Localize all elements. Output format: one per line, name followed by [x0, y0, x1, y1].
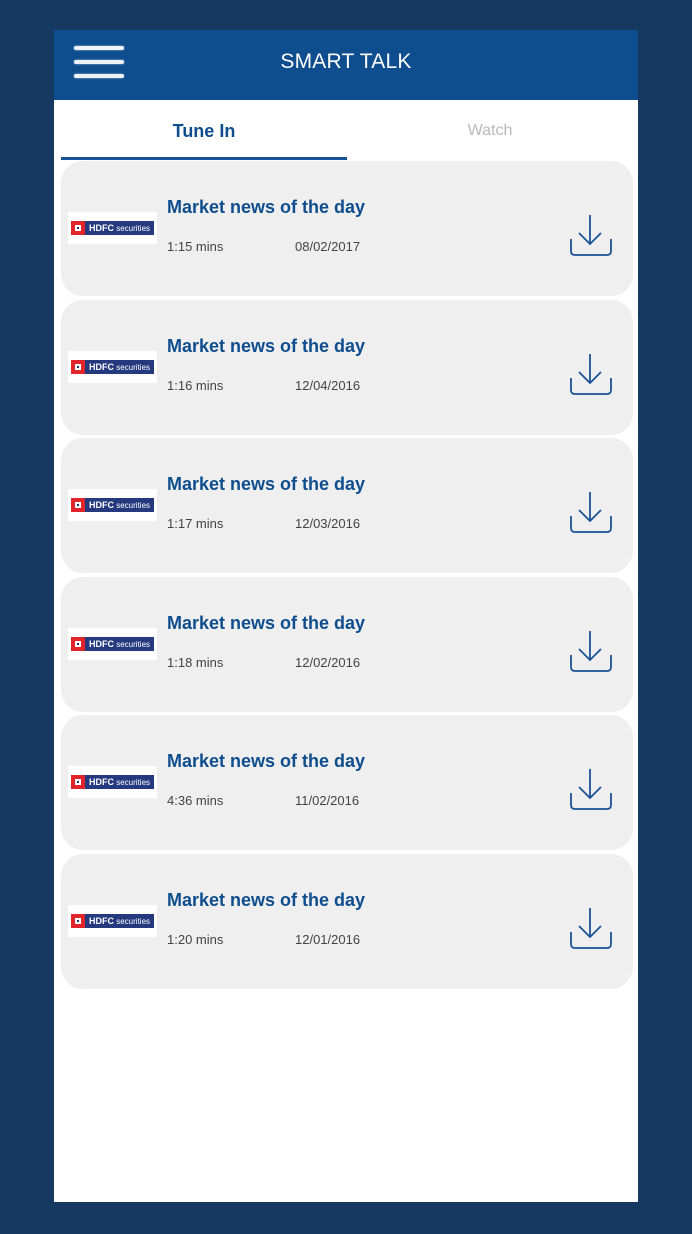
hdfc-logo-icon	[71, 221, 85, 235]
episode-duration: 1:18 mins	[167, 655, 224, 670]
logo-brand: HDFC	[89, 777, 114, 787]
logo-text: HDFC securities	[89, 222, 150, 235]
tab-watch[interactable]: Watch	[347, 100, 633, 160]
episode-title: Market news of the day	[167, 613, 366, 633]
hdfc-securities-logo: HDFC securities	[68, 351, 157, 383]
logo-brand: HDFC	[89, 223, 114, 233]
tab-bar: Tune In Watch	[61, 100, 633, 160]
logo-sub: securities	[116, 640, 151, 649]
episode-title: Market news of the day	[167, 751, 366, 771]
logo-brand: HDFC	[89, 916, 114, 926]
list-item[interactable]: HDFC securities Market news of the day 1…	[61, 300, 633, 435]
episode-date: 11/02/2016	[295, 793, 360, 808]
logo-sub: securities	[116, 224, 151, 233]
logo-sub: securities	[116, 917, 151, 926]
logo-sub: securities	[116, 778, 151, 787]
active-tab-indicator	[61, 157, 347, 160]
episode-date: 12/03/2016	[295, 516, 361, 531]
episode-title: Market news of the day	[167, 197, 366, 217]
logo-bar: HDFC securities	[71, 637, 154, 651]
logo-brand: HDFC	[89, 362, 114, 372]
download-icon[interactable]	[569, 629, 613, 675]
logo-text: HDFC securities	[89, 499, 150, 512]
hdfc-logo-icon	[71, 637, 85, 651]
hdfc-logo-icon	[71, 775, 85, 789]
logo-brand: HDFC	[89, 639, 114, 649]
logo-bar: HDFC securities	[71, 221, 154, 235]
hdfc-securities-logo: HDFC securities	[68, 489, 157, 521]
download-icon[interactable]	[569, 352, 613, 398]
logo-text: HDFC securities	[89, 638, 150, 651]
logo-text: HDFC securities	[89, 915, 150, 928]
logo-text: HDFC securities	[89, 776, 150, 789]
logo-brand: HDFC	[89, 500, 114, 510]
logo-text: HDFC securities	[89, 361, 150, 374]
download-icon[interactable]	[569, 490, 613, 536]
menu-line	[74, 74, 124, 78]
episode-duration: 1:20 mins	[167, 932, 224, 947]
hdfc-securities-logo: HDFC securities	[68, 766, 157, 798]
download-icon[interactable]	[569, 767, 613, 813]
list-item[interactable]: HDFC securities Market news of the day 1…	[61, 438, 633, 573]
download-icon[interactable]	[569, 213, 613, 259]
episode-date: 08/02/2017	[295, 239, 361, 254]
list-item[interactable]: HDFC securities Market news of the day 1…	[61, 161, 633, 296]
hdfc-logo-icon	[71, 360, 85, 374]
episode-duration: 1:17 mins	[167, 516, 224, 531]
episode-duration: 1:16 mins	[167, 378, 224, 393]
episode-duration: 1:15 mins	[167, 239, 224, 254]
logo-bar: HDFC securities	[71, 775, 154, 789]
hdfc-logo-icon	[71, 498, 85, 512]
episode-date: 12/02/2016	[295, 655, 361, 670]
logo-bar: HDFC securities	[71, 498, 154, 512]
list-item[interactable]: HDFC securities Market news of the day 4…	[61, 715, 633, 850]
hdfc-securities-logo: HDFC securities	[68, 905, 157, 937]
logo-bar: HDFC securities	[71, 360, 154, 374]
page-title: SMART TALK	[280, 50, 412, 73]
episode-title: Market news of the day	[167, 474, 366, 494]
hdfc-securities-logo: HDFC securities	[68, 628, 157, 660]
logo-bar: HDFC securities	[71, 914, 154, 928]
hdfc-logo-icon	[71, 914, 85, 928]
episode-title: Market news of the day	[167, 336, 366, 356]
download-icon[interactable]	[569, 906, 613, 952]
list-item[interactable]: HDFC securities Market news of the day 1…	[61, 577, 633, 712]
list-item[interactable]: HDFC securities Market news of the day 1…	[61, 854, 633, 989]
app-screen: SMART TALK Tune In Watch HDFC securities…	[54, 30, 638, 1202]
app-header: SMART TALK	[54, 30, 638, 100]
logo-sub: securities	[116, 501, 151, 510]
logo-sub: securities	[116, 363, 151, 372]
episode-duration: 4:36 mins	[167, 793, 224, 808]
episode-date: 12/01/2016	[295, 932, 361, 947]
hdfc-securities-logo: HDFC securities	[68, 212, 157, 244]
episode-date: 12/04/2016	[295, 378, 361, 393]
episode-title: Market news of the day	[167, 890, 366, 910]
tab-tune-in[interactable]: Tune In	[61, 100, 347, 160]
